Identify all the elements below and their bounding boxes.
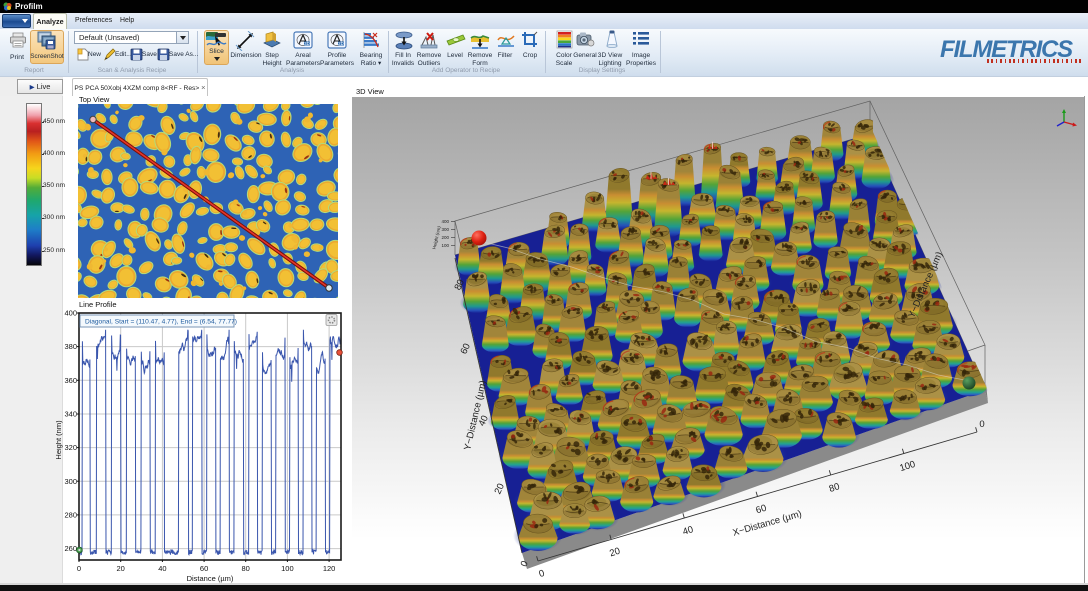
svg-text:80: 80 xyxy=(242,564,250,573)
svg-text:120: 120 xyxy=(323,564,336,573)
svg-text:20: 20 xyxy=(117,564,125,573)
svg-text:60: 60 xyxy=(200,564,208,573)
svg-text:400: 400 xyxy=(64,309,77,318)
svg-text:3D View: 3D View xyxy=(356,87,384,96)
svg-text:0: 0 xyxy=(77,564,81,573)
svg-text:360: 360 xyxy=(64,376,77,385)
svg-text:Height (nm): Height (nm) xyxy=(56,420,63,460)
svg-text:300: 300 xyxy=(441,227,449,232)
svg-text:0: 0 xyxy=(979,419,984,430)
svg-text:100: 100 xyxy=(281,564,294,573)
svg-text:Distance (µm): Distance (µm) xyxy=(187,574,234,583)
svg-text:260: 260 xyxy=(64,544,77,553)
svg-text:200: 200 xyxy=(441,235,449,240)
svg-text:3D: 3D xyxy=(304,41,311,46)
svg-text:400: 400 xyxy=(441,219,449,224)
svg-text:280: 280 xyxy=(64,510,77,519)
svg-text:Diagonal, Start = (110.47, 4.7: Diagonal, Start = (110.47, 4.77), End = … xyxy=(85,319,237,326)
svg-text:320: 320 xyxy=(64,443,77,452)
svg-text:340: 340 xyxy=(64,410,77,419)
svg-text:380: 380 xyxy=(64,342,77,351)
svg-text:300: 300 xyxy=(64,477,77,486)
svg-text:2D: 2D xyxy=(338,41,345,46)
svg-text:40: 40 xyxy=(158,564,166,573)
svg-text:100: 100 xyxy=(441,243,449,248)
